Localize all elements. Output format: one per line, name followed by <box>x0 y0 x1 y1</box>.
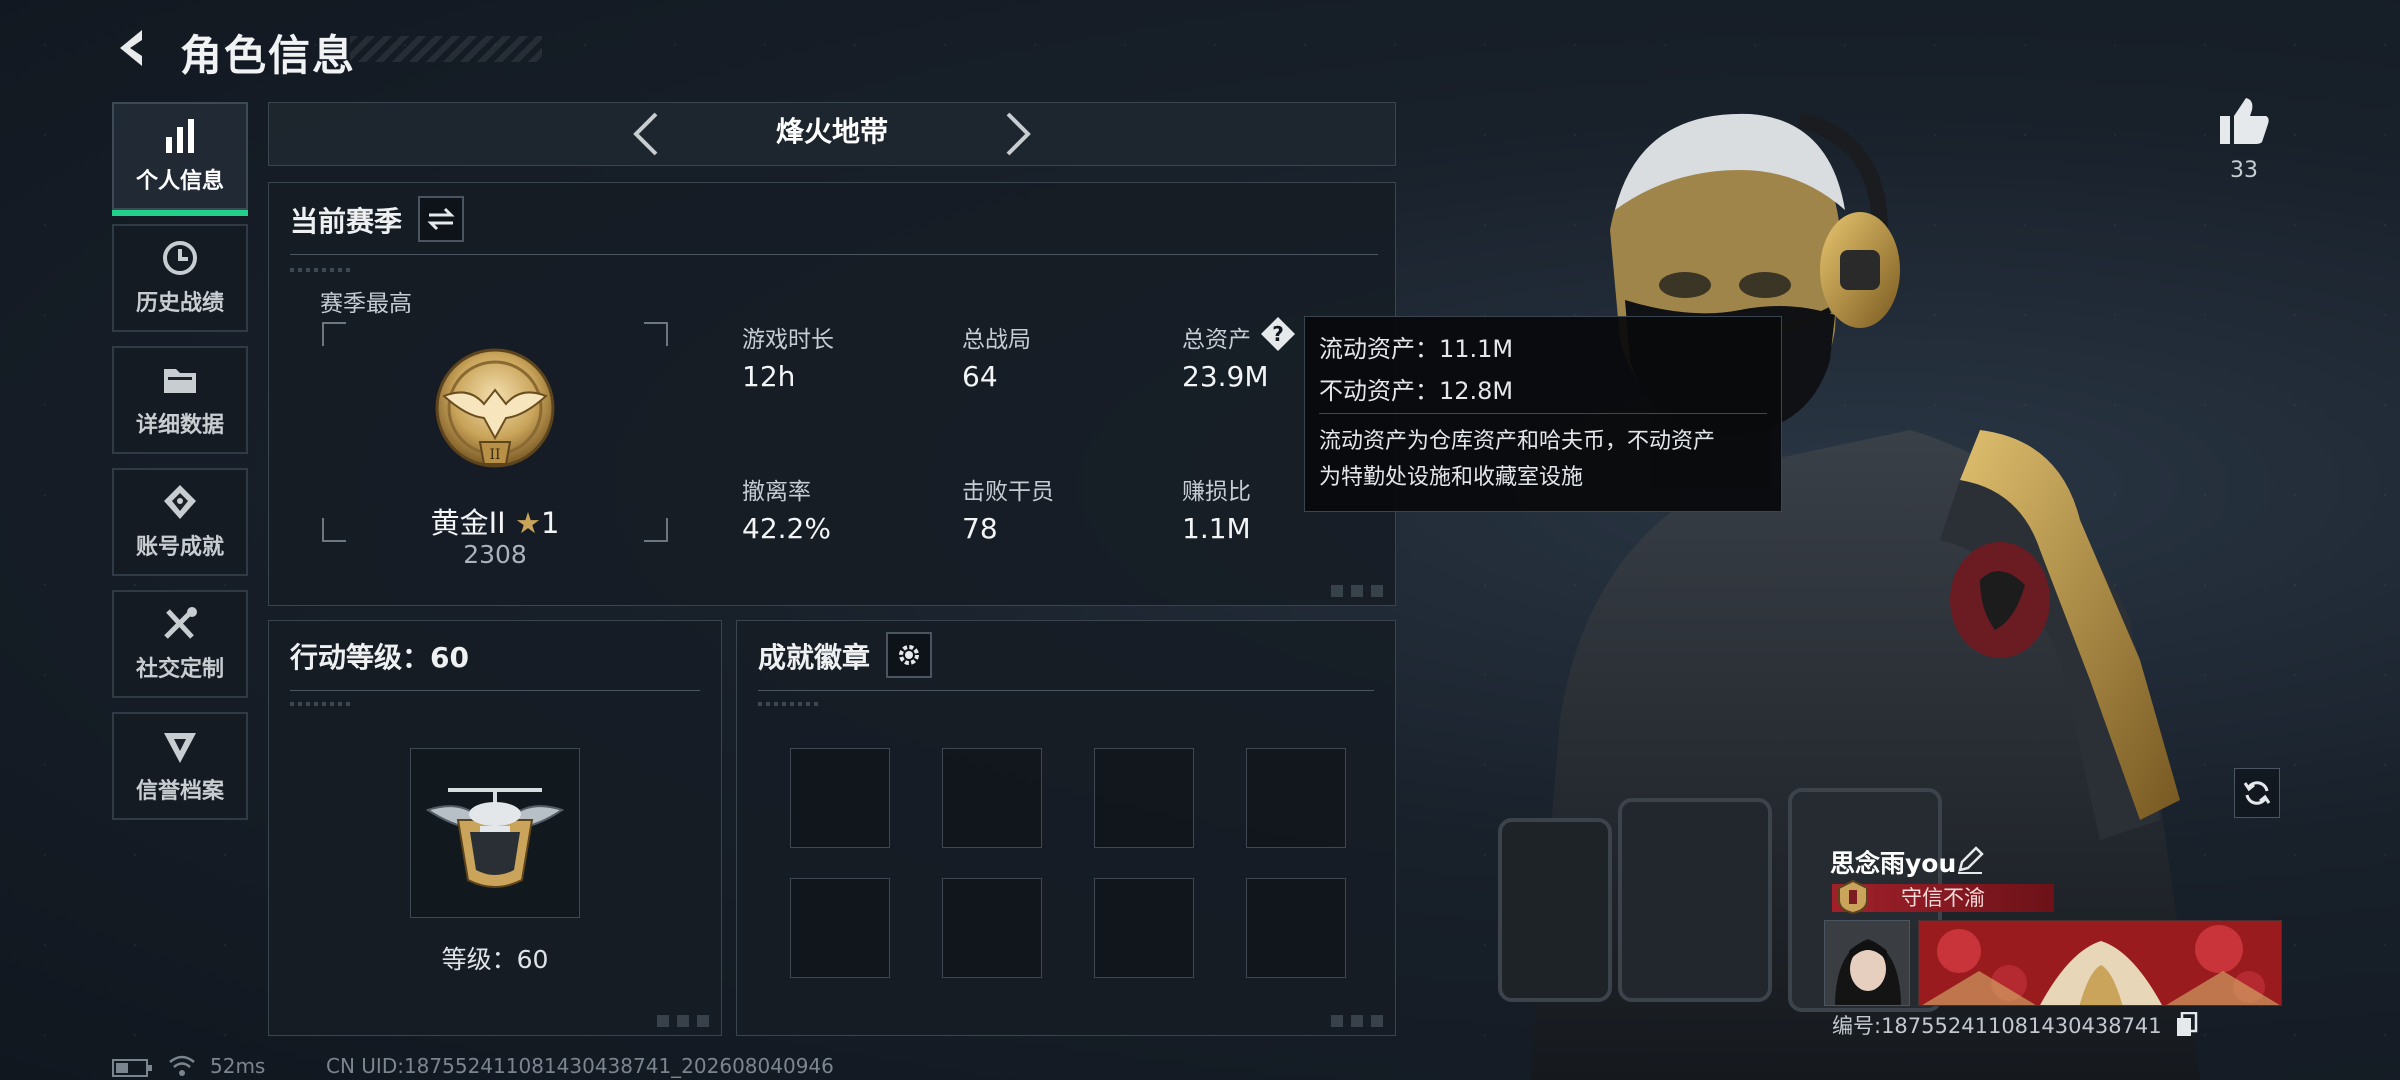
achievements-title: 成就徽章 <box>758 641 871 674</box>
sidebar-item-label: 社交定制 <box>135 657 224 682</box>
decor-ticks <box>758 702 818 706</box>
badge-slot[interactable] <box>1094 748 1194 848</box>
reputation-shield-icon <box>164 733 196 763</box>
frame-corner <box>644 322 668 346</box>
tooltip-divider <box>1319 413 1767 414</box>
title-decoration <box>350 36 542 62</box>
player-title: 守信不渝 <box>1901 886 1985 910</box>
action-level-divider <box>290 690 700 691</box>
swap-icon <box>427 207 455 231</box>
stat-label: 总资产 <box>1182 327 1251 353</box>
star-icon: ★ <box>514 506 541 540</box>
sidebar-item-social-custom[interactable]: 社交定制 <box>112 590 248 698</box>
refresh-icon <box>2243 781 2271 805</box>
achievement-icon <box>164 485 196 519</box>
gold-rank-emblem: II <box>435 348 555 468</box>
thumbs-up-icon[interactable] <box>2218 96 2270 146</box>
like-count: 33 <box>2230 158 2258 183</box>
stat-label: 游戏时长 <box>742 327 834 353</box>
bar-chart-icon <box>166 119 194 153</box>
player-name: 思念雨you <box>1830 849 1957 878</box>
copy-icon[interactable] <box>2176 1012 2198 1038</box>
sidebar-item-history[interactable]: 历史战绩 <box>112 224 248 332</box>
sidebar-item-label: 个人信息 <box>135 169 224 194</box>
player-id: 编号:187552411081430438741 <box>1832 1014 2162 1038</box>
name-card-image <box>1919 921 2281 1005</box>
avatar[interactable] <box>1824 920 1910 1006</box>
action-level-title: 行动等级：60 <box>290 641 469 674</box>
wifi-icon <box>169 1055 195 1076</box>
season-best-label: 赛季最高 <box>320 291 412 317</box>
sidebar-item-label: 历史战绩 <box>135 291 224 316</box>
refresh-button[interactable] <box>2234 768 2280 818</box>
tooltip-note-line1: 流动资产为仓库资产和哈夫币，不动资产 <box>1319 429 1716 454</box>
stat-label: 总战局 <box>962 327 1031 353</box>
edit-pencil-icon[interactable] <box>1956 846 1984 874</box>
sidebar-item-label: 详细数据 <box>135 413 224 438</box>
stat-value: 1.1M <box>1182 512 1251 545</box>
mode-title: 烽火地带 <box>775 115 888 148</box>
season-title: 当前赛季 <box>290 205 403 238</box>
stat-value: 78 <box>962 512 998 545</box>
sidebar-item-reputation[interactable]: 信誉档案 <box>112 712 248 820</box>
page-title: 角色信息 <box>180 31 357 80</box>
badge-slot[interactable] <box>942 878 1042 978</box>
tools-icon <box>164 607 197 639</box>
uid-text: CN UID:187552411081430438741_20260804094… <box>326 1054 834 1078</box>
sidebar-item-personal-info[interactable]: 个人信息 <box>112 102 248 216</box>
ping-text: 52ms <box>210 1054 266 1078</box>
stat-value: 23.9M <box>1182 360 1269 393</box>
rank-score: 2308 <box>463 540 527 569</box>
folder-icon <box>164 369 196 393</box>
help-question-icon[interactable]: ? <box>1260 316 1296 352</box>
stat-value: 64 <box>962 360 998 393</box>
badge-slot[interactable] <box>1246 748 1346 848</box>
name-card-art <box>1918 920 2282 1006</box>
stat-value: 42.2% <box>742 512 831 545</box>
helicopter-level-emblem <box>425 788 565 888</box>
tooltip-fixed-assets: 不动资产：12.8M <box>1319 377 1514 405</box>
badge-slot[interactable] <box>790 748 890 848</box>
history-clock-icon <box>163 241 197 275</box>
panel-corner-marks <box>657 1015 713 1027</box>
back-arrow-icon[interactable] <box>112 26 156 70</box>
achievements-settings-button[interactable] <box>886 632 932 678</box>
frame-corner <box>322 322 346 346</box>
chevron-right-icon[interactable] <box>998 110 1038 158</box>
tooltip-liquid-assets: 流动资产：11.1M <box>1319 335 1514 363</box>
rank-name: 黄金II <box>430 506 506 540</box>
sidebar-item-label: 信誉档案 <box>135 779 224 804</box>
badge-slot[interactable] <box>790 878 890 978</box>
tooltip-note-line2: 为特勤处设施和收藏室设施 <box>1319 465 1584 490</box>
achievements-divider <box>758 690 1374 691</box>
avatar-image <box>1825 921 1909 1005</box>
sidebar-item-achievements[interactable]: 账号成就 <box>112 468 248 576</box>
season-divider <box>290 254 1378 255</box>
stat-label: 击败干员 <box>962 479 1054 505</box>
rank-line: 黄金II ★1 <box>320 500 670 542</box>
svg-text:?: ? <box>1272 322 1284 346</box>
stat-label: 赚损比 <box>1182 479 1251 505</box>
gear-icon <box>899 645 919 665</box>
switch-season-button[interactable] <box>418 196 464 242</box>
badge-slot[interactable] <box>1094 878 1194 978</box>
sidebar-item-label: 账号成就 <box>135 535 224 560</box>
panel-corner-marks <box>1331 585 1387 597</box>
stat-value: 12h <box>742 360 796 393</box>
panel-corner-marks <box>1331 1015 1387 1027</box>
badge-slot[interactable] <box>942 748 1042 848</box>
level-label: 等级：60 <box>441 945 549 974</box>
assets-tooltip: 流动资产：11.1M 不动资产：12.8M 流动资产为仓库资产和哈夫币，不动资产… <box>1304 316 1782 512</box>
decor-ticks <box>290 268 350 272</box>
sidebar-item-detail-data[interactable]: 详细数据 <box>112 346 248 454</box>
badge-slot[interactable] <box>1246 878 1346 978</box>
battery-icon <box>112 1059 152 1077</box>
stat-label: 撤离率 <box>742 479 811 505</box>
decor-ticks <box>290 702 350 706</box>
svg-text:II: II <box>489 447 500 463</box>
rank-stars: 1 <box>540 506 560 540</box>
